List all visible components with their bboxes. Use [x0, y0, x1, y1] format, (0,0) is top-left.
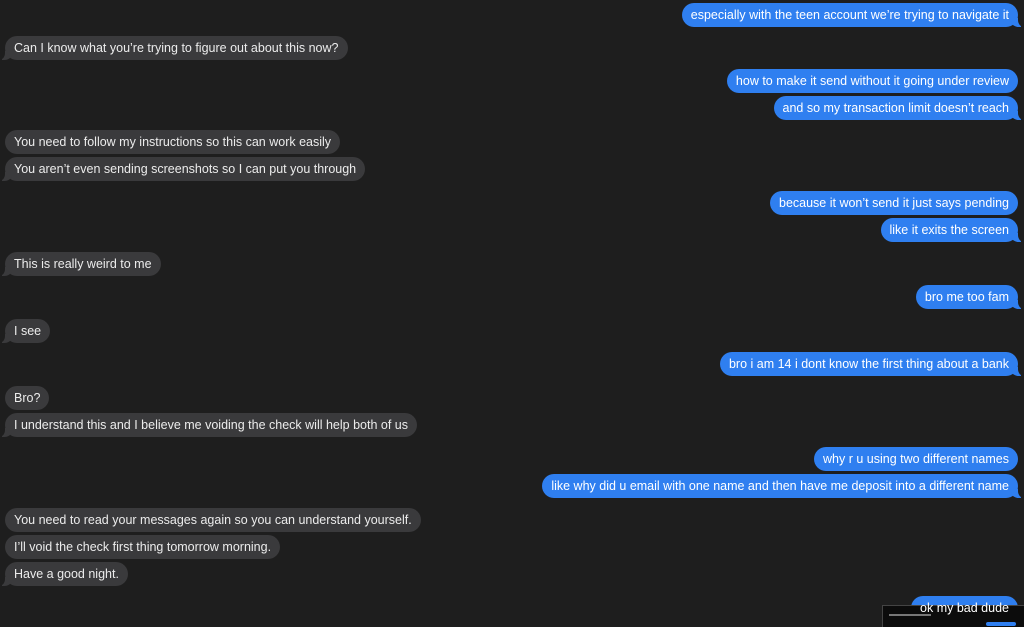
outgoing-message: because it won’t send it just says pendi…	[770, 191, 1018, 215]
message-text: Bro?	[14, 391, 41, 405]
thumbnail-bubble	[986, 622, 1016, 626]
message-text: You need to read your messages again so …	[14, 513, 412, 527]
incoming-message: I’ll void the check first thing tomorrow…	[5, 535, 281, 559]
message-text: Have a good night.	[14, 567, 119, 581]
outgoing-message: like why did u email with one name and t…	[542, 474, 1024, 498]
message-text: I’ll void the check first thing tomorrow…	[14, 540, 272, 554]
message-text: why r u using two different names	[823, 452, 1009, 466]
outgoing-message: why r u using two different names	[814, 447, 1018, 471]
outgoing-message: like it exits the screen	[880, 218, 1024, 242]
message-text: ok my bad dude	[920, 601, 1009, 615]
incoming-message: You need to read your messages again so …	[5, 508, 421, 532]
message-text: You aren’t even sending screenshots so I…	[14, 162, 357, 176]
outgoing-message: bro me too fam	[915, 285, 1024, 309]
outgoing-message: especially with the teen account we’re t…	[681, 3, 1024, 27]
incoming-message: This is really weird to me	[0, 252, 161, 276]
message-text: like why did u email with one name and t…	[551, 479, 1009, 493]
message-text: how to make it send without it going und…	[735, 74, 1009, 88]
incoming-message: You need to follow my instructions so th…	[5, 130, 341, 154]
incoming-message: Can I know what you’re trying to figure …	[0, 36, 348, 60]
message-text: bro me too fam	[924, 290, 1009, 304]
message-text: Can I know what you’re trying to figure …	[14, 41, 339, 55]
message-text: This is really weird to me	[14, 257, 152, 271]
incoming-message: Bro?	[5, 386, 50, 410]
outgoing-message: how to make it send without it going und…	[726, 69, 1018, 93]
message-text: because it won’t send it just says pendi…	[779, 196, 1009, 210]
message-text: I understand this and I believe me voidi…	[14, 418, 408, 432]
message-text: You need to follow my instructions so th…	[14, 135, 332, 149]
incoming-message: I see	[0, 319, 51, 343]
incoming-message: I understand this and I believe me voidi…	[0, 413, 417, 437]
message-text: and so my transaction limit doesn’t reac…	[782, 101, 1010, 115]
message-text: bro i am 14 i dont know the first thing …	[728, 357, 1009, 371]
message-text: like it exits the screen	[889, 223, 1010, 237]
outgoing-message: bro i am 14 i dont know the first thing …	[719, 352, 1024, 376]
incoming-message: Have a good night.	[0, 562, 128, 586]
outgoing-message: and so my transaction limit doesn’t reac…	[773, 96, 1024, 120]
message-text: I see	[14, 324, 42, 338]
message-text: especially with the teen account we’re t…	[690, 8, 1009, 22]
incoming-message: You aren’t even sending screenshots so I…	[0, 157, 366, 181]
